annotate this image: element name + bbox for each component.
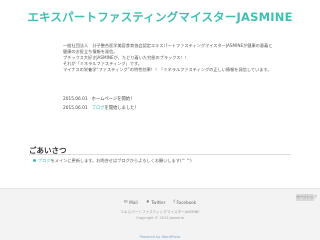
news-date: 2015.06.01 [63,97,88,102]
footer-credit[interactable]: Powered by WordPress [0,235,320,239]
twitter-label: Twitter [151,200,166,205]
mail-label: Mail [129,200,138,205]
footer-site-name: エキスパートファスティングマイスターJASMINE [120,210,200,214]
section-divider [29,154,291,155]
facebook-icon: f [173,200,175,205]
greeting-item: ブログ をメインに更新します。お問合せはブログからよろしくお願いします(^ ^) [33,157,192,164]
page-top-button[interactable]: ページトップ [296,194,317,201]
twitter-link[interactable]: ♦ Twitter [146,200,166,205]
greeting-text: をメインに更新します。お問合せはブログからよろしくお願いします(^ ^) [50,158,192,163]
mail-icon: ✉ [123,200,128,205]
mail-link[interactable]: ✉ Mail [124,200,138,205]
greeting-blog-link[interactable]: ブログ [38,157,51,164]
news-text: を開始しました！ [104,106,139,111]
blog-link[interactable]: ブログ [92,104,105,113]
social-links: ✉ Mail ♦ Twitter f Facebook [0,200,320,205]
facebook-link[interactable]: f Facebook [173,200,196,205]
news-item: 2015.06.01 ブログ を開始しました！ [63,104,263,113]
news-text: ホームページを開始！ [91,97,135,102]
intro-text: 一般社団法人 分子整合医学美容食育協会認定エキスパートファスティングマイスターJ… [63,43,298,73]
twitter-icon: ♦ [145,200,150,205]
intro-line: マイナスの栄養学“ファスティング”の特性効果！！「ミネラルファスティングの正しい… [63,67,272,72]
page: エキスパートファスティングマイスターJASMINE 一般社団法人 分子整合医学美… [0,0,320,240]
news-date: 2015.06.01 [63,106,88,111]
bullet-icon [33,159,36,162]
footer-copyright: Copyright © 2015 Jasmine [136,216,184,220]
news-list: 2015.06.01 ホームページを開始！ 2015.06.01 ブログ を開始… [63,95,263,113]
news-item: 2015.06.01 ホームページを開始！ [63,95,263,104]
site-title[interactable]: エキスパートファスティングマイスターJASMINE [0,9,320,25]
facebook-label: Facebook [176,200,197,205]
